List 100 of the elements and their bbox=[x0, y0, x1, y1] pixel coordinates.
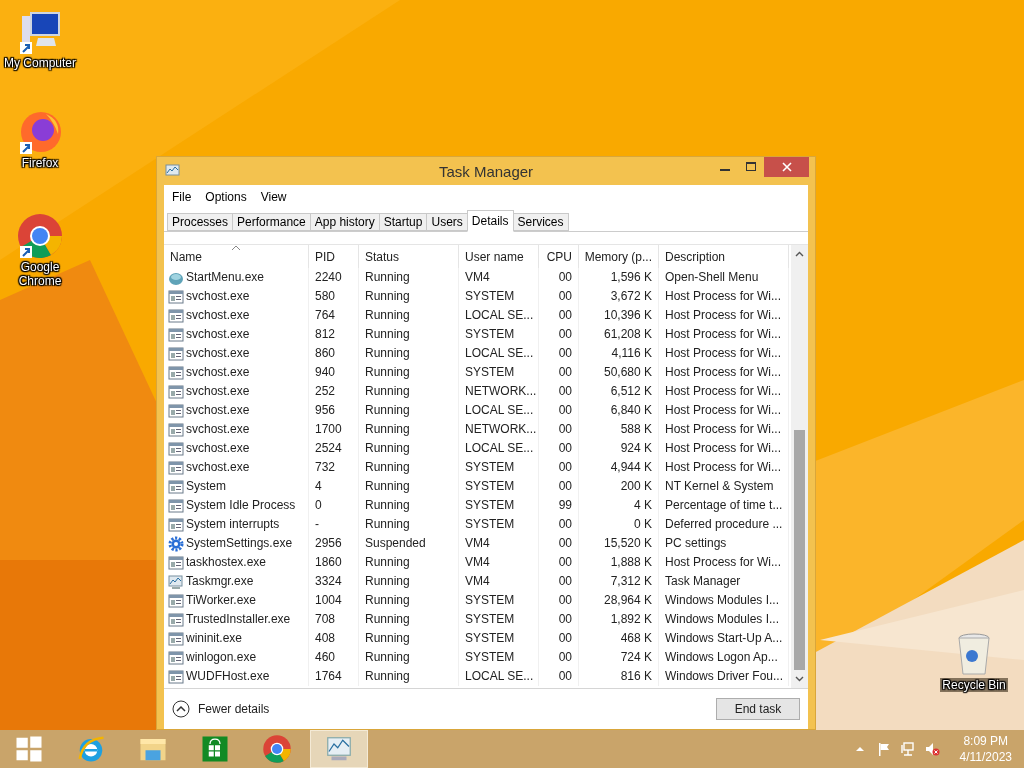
table-cell: 1,892 K bbox=[579, 610, 659, 629]
scrollbar[interactable] bbox=[791, 245, 808, 688]
clock-time: 8:09 PM bbox=[963, 733, 1009, 749]
monitor-chart-icon bbox=[165, 163, 181, 179]
column-header[interactable]: CPU bbox=[539, 245, 579, 268]
menu-item[interactable]: View bbox=[254, 188, 293, 206]
process-name: svchost.exe bbox=[186, 345, 250, 362]
table-cell: 816 K bbox=[579, 667, 659, 686]
table-cell: Running bbox=[359, 610, 459, 629]
process-name: svchost.exe bbox=[186, 326, 250, 343]
process-name: WUDFHost.exe bbox=[186, 668, 270, 685]
table-cell: LOCAL SE... bbox=[459, 439, 539, 458]
table-cell: 00 bbox=[539, 325, 579, 344]
tab[interactable]: Startup bbox=[378, 213, 428, 231]
table-cell: 00 bbox=[539, 667, 579, 686]
program-icon bbox=[168, 554, 184, 571]
table-cell: 00 bbox=[539, 306, 579, 325]
table-cell: Host Process for Wi... bbox=[659, 382, 789, 401]
windows-logo-icon bbox=[14, 734, 44, 764]
table-cell: 00 bbox=[539, 420, 579, 439]
process-name: wininit.exe bbox=[186, 630, 243, 647]
table-cell: 460 bbox=[309, 648, 359, 667]
table-cell: 00 bbox=[539, 458, 579, 477]
table-cell: 10,396 K bbox=[579, 306, 659, 325]
tab[interactable]: Users bbox=[426, 213, 468, 231]
table-cell: Windows Driver Fou... bbox=[659, 667, 789, 686]
process-name: TrustedInstaller.exe bbox=[186, 611, 291, 628]
column-header[interactable]: Description bbox=[659, 245, 789, 268]
tab[interactable]: App history bbox=[309, 213, 380, 231]
program-icon bbox=[168, 611, 184, 628]
tab[interactable]: Performance bbox=[232, 213, 311, 231]
table-cell: Running bbox=[359, 325, 459, 344]
program-icon bbox=[168, 497, 184, 514]
icon-label: Recycle Bin bbox=[940, 678, 1008, 692]
taskbar-button[interactable] bbox=[310, 730, 368, 768]
table-cell: 1764 bbox=[309, 667, 359, 686]
tab[interactable]: Services bbox=[512, 213, 569, 231]
table-cell: 00 bbox=[539, 534, 579, 553]
table-cell: 99 bbox=[539, 496, 579, 515]
process-name: Taskmgr.exe bbox=[186, 573, 254, 590]
network-icon[interactable] bbox=[899, 741, 916, 757]
table-cell: SYSTEM bbox=[459, 477, 539, 496]
scroll-up-icon[interactable] bbox=[795, 251, 804, 257]
table-cell: 0 K bbox=[579, 515, 659, 534]
process-name: svchost.exe bbox=[186, 383, 250, 400]
table-cell: 00 bbox=[539, 629, 579, 648]
icon-label: Firefox bbox=[21, 156, 59, 170]
monitor-chart-icon bbox=[168, 573, 184, 590]
table-cell: Windows Modules I... bbox=[659, 610, 789, 629]
fewer-details-button[interactable]: Fewer details bbox=[172, 700, 270, 718]
chrome-icon[interactable] bbox=[16, 212, 64, 260]
table-cell: 4 K bbox=[579, 496, 659, 515]
program-icon bbox=[168, 649, 184, 666]
table-cell: Suspended bbox=[359, 534, 459, 553]
column-header[interactable]: Memory (p... bbox=[579, 245, 659, 268]
tab[interactable]: Processes bbox=[167, 213, 234, 231]
menu-item[interactable]: Options bbox=[199, 188, 253, 206]
process-name: System interrupts bbox=[186, 516, 280, 533]
speaker-muted-icon[interactable] bbox=[923, 741, 940, 757]
table-cell: 50,680 K bbox=[579, 363, 659, 382]
process-name: svchost.exe bbox=[186, 307, 250, 324]
table-cell: 28,964 K bbox=[579, 591, 659, 610]
table-cell: 468 K bbox=[579, 629, 659, 648]
table-cell: Running bbox=[359, 477, 459, 496]
table-cell: SYSTEM bbox=[459, 648, 539, 667]
table-cell: SYSTEM bbox=[459, 363, 539, 382]
end-task-button[interactable]: End task bbox=[716, 698, 800, 720]
table-cell: Running bbox=[359, 363, 459, 382]
program-icon bbox=[168, 592, 184, 609]
table-cell: NETWORK... bbox=[459, 420, 539, 439]
program-icon bbox=[168, 459, 184, 476]
menu-item[interactable]: File bbox=[166, 188, 198, 206]
table-cell: Running bbox=[359, 287, 459, 306]
process-name: SystemSettings.exe bbox=[186, 535, 293, 552]
process-name: winlogon.exe bbox=[186, 649, 257, 666]
scroll-down-icon[interactable] bbox=[795, 676, 804, 682]
column-header[interactable]: PID bbox=[309, 245, 359, 268]
table-cell: 860 bbox=[309, 344, 359, 363]
process-name: svchost.exe bbox=[186, 364, 250, 381]
table-cell: 4,116 K bbox=[579, 344, 659, 363]
table-cell: Running bbox=[359, 553, 459, 572]
table-cell: NT Kernel & System bbox=[659, 477, 789, 496]
table-cell: 1,596 K bbox=[579, 268, 659, 287]
table-cell: SYSTEM bbox=[459, 610, 539, 629]
column-header[interactable]: User name bbox=[459, 245, 539, 268]
tab[interactable]: Details bbox=[466, 210, 514, 232]
process-name: taskhostex.exe bbox=[186, 554, 267, 571]
table-cell: 1860 bbox=[309, 553, 359, 572]
table-cell: Host Process for Wi... bbox=[659, 553, 789, 572]
table-cell: 4,944 K bbox=[579, 458, 659, 477]
table-cell: Running bbox=[359, 420, 459, 439]
column-header[interactable]: Status bbox=[359, 245, 459, 268]
table-cell: VM4 bbox=[459, 534, 539, 553]
program-icon bbox=[168, 345, 184, 362]
table-cell: 2956 bbox=[309, 534, 359, 553]
column-header[interactable]: Name bbox=[164, 245, 309, 268]
program-icon bbox=[168, 364, 184, 381]
clock-date: 4/11/2023 bbox=[959, 749, 1012, 765]
table-cell: Running bbox=[359, 667, 459, 686]
table-cell: 00 bbox=[539, 477, 579, 496]
